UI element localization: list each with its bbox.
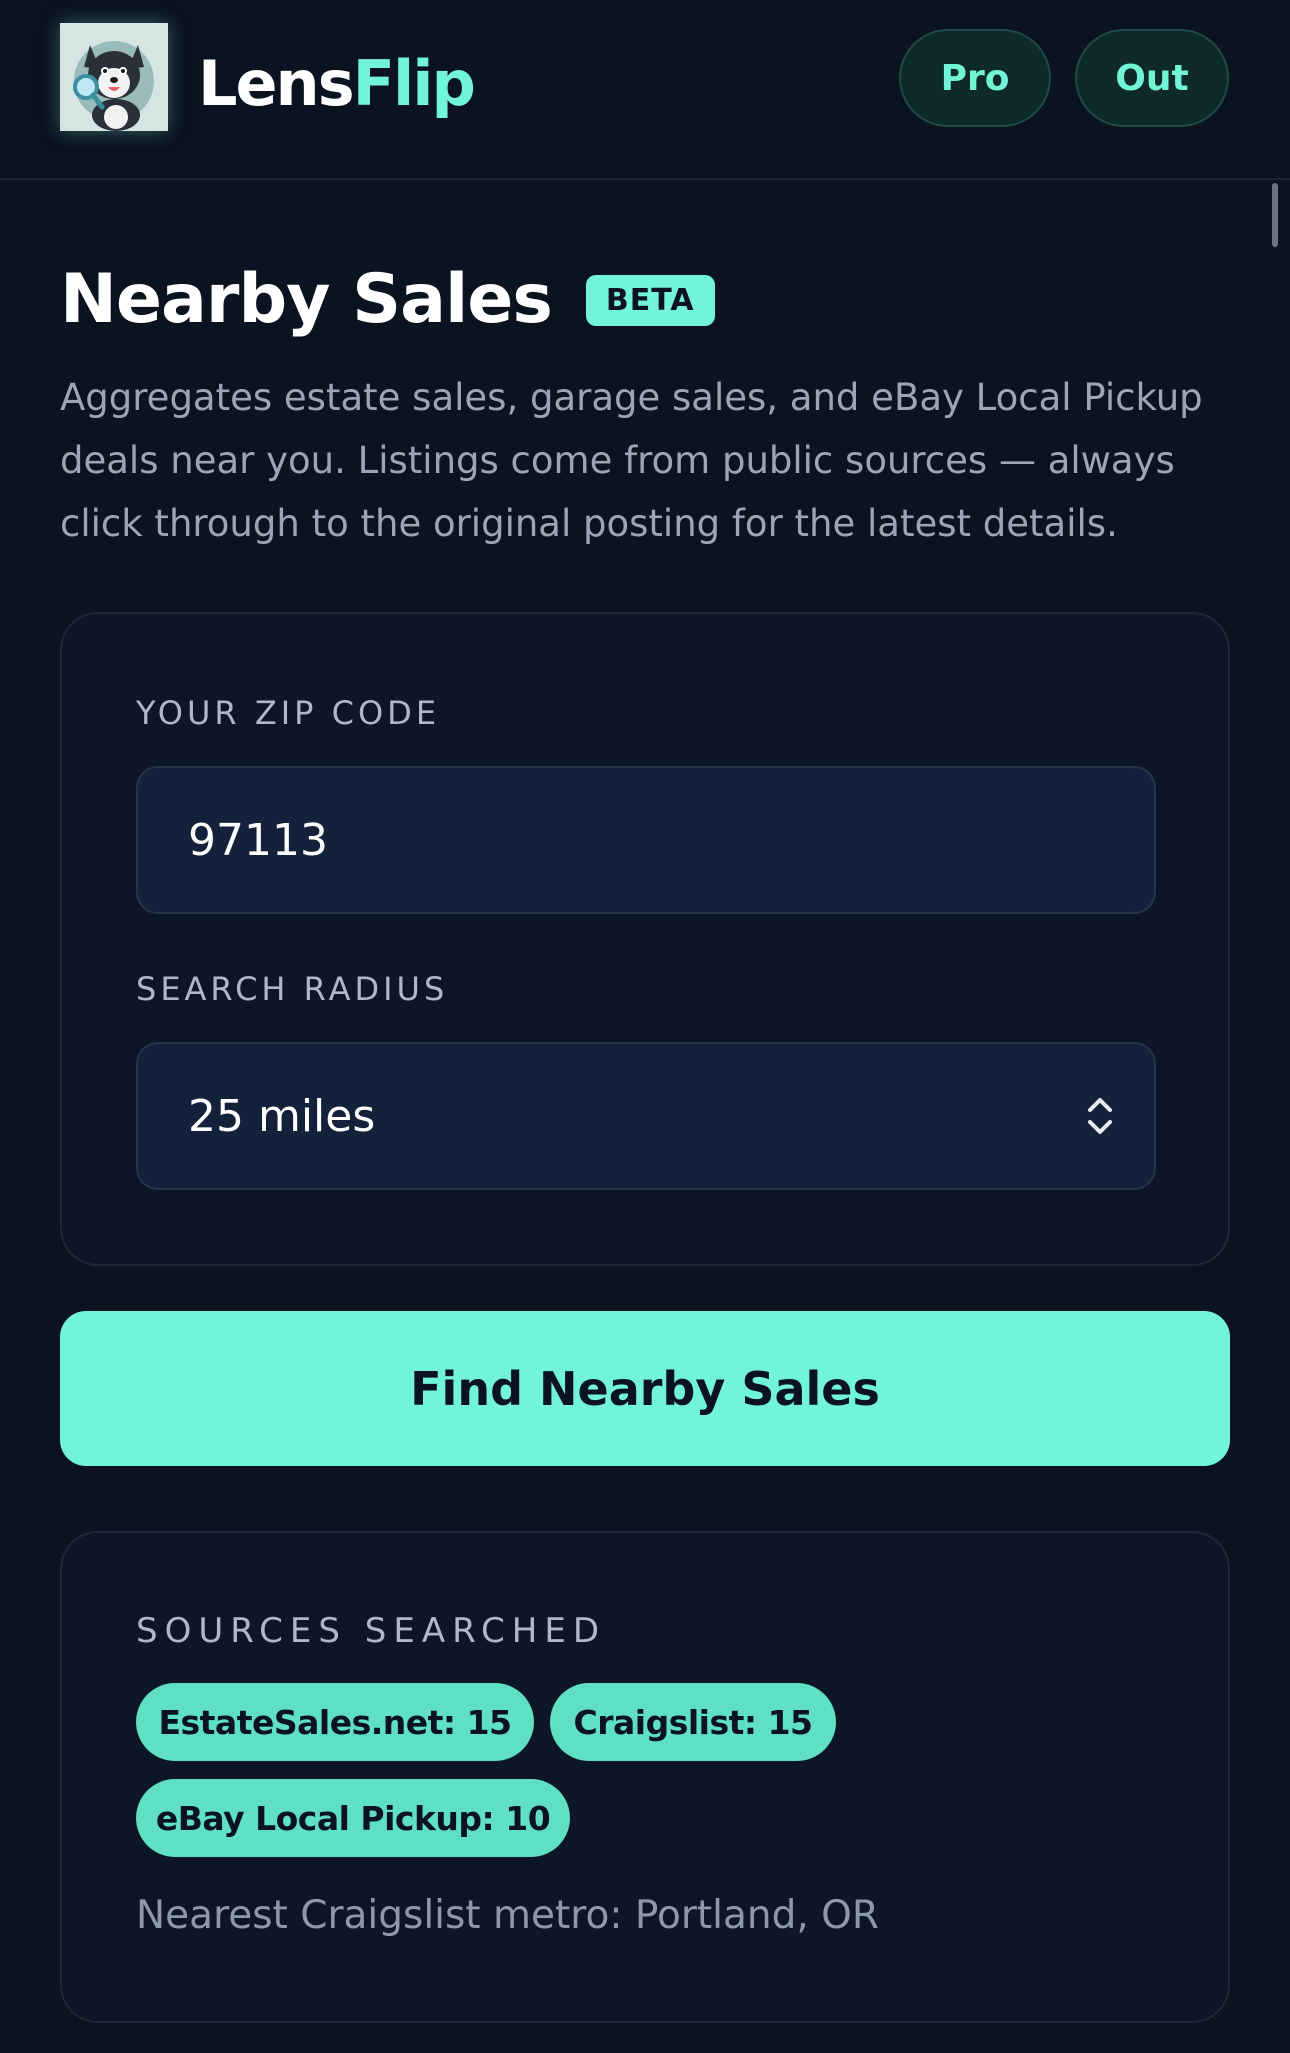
search-form-card: YOUR ZIP CODE SEARCH RADIUS 25 miles <box>60 612 1230 1266</box>
page-description: Aggregates estate sales, garage sales, a… <box>60 376 1203 545</box>
sign-out-button[interactable]: Out <box>1075 29 1229 127</box>
search-radius-label: SEARCH RADIUS <box>136 970 449 1008</box>
husky-logo-icon[interactable] <box>60 23 168 131</box>
source-chip-craigslist: Craigslist: 15 <box>550 1683 836 1761</box>
find-nearby-sales-button[interactable]: Find Nearby Sales <box>60 1311 1230 1466</box>
page-title: Nearby Sales <box>60 260 553 339</box>
beta-badge: BETA <box>585 274 715 326</box>
brand-name-part1: Lens <box>198 47 355 120</box>
nearest-metro-note: Nearest Craigslist metro: Portland, OR <box>136 1893 879 1938</box>
chevron-up-down-icon <box>1088 1098 1112 1134</box>
page-scrollbar[interactable] <box>1272 183 1278 247</box>
title-row: Nearby Sales BETA <box>60 258 715 342</box>
zip-code-input[interactable] <box>136 766 1156 914</box>
source-chip-estatesales: EstateSales.net: 15 <box>136 1683 534 1761</box>
brand-name: LensFlip <box>198 44 476 124</box>
app-header: LensFlip Pro Out <box>0 0 1290 180</box>
pro-button[interactable]: Pro <box>899 29 1051 127</box>
source-chip-ebay-local-pickup: eBay Local Pickup: 10 <box>136 1779 570 1857</box>
search-radius-select[interactable]: 25 miles <box>136 1042 1156 1190</box>
zip-code-label: YOUR ZIP CODE <box>136 694 441 732</box>
search-radius-value: 25 miles <box>188 1090 376 1142</box>
brand-name-part2: Flip <box>352 47 476 120</box>
sources-card: SOURCES SEARCHED EstateSales.net: 15 Cra… <box>60 1531 1230 2023</box>
sources-searched-label: SOURCES SEARCHED <box>136 1611 606 1651</box>
